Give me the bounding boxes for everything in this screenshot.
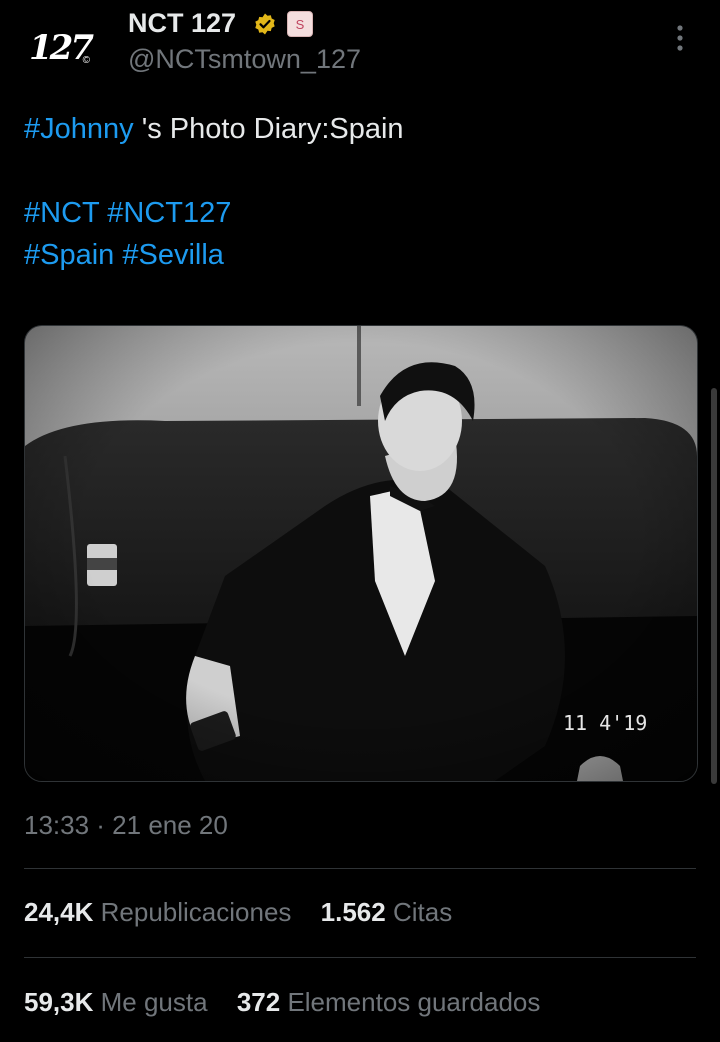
user-handle[interactable]: @NCTsmtown_127 [128, 44, 361, 75]
quotes-count: 1.562 [320, 897, 386, 927]
tweet-header: 127 © NCT 127 S @NCTsmtown_127 [0, 0, 720, 90]
bookmarks-label: Elementos guardados [287, 987, 541, 1017]
hashtag-link[interactable]: #Sevilla [122, 239, 224, 271]
hashtag-link[interactable]: #Johnny [24, 113, 134, 145]
quotes-stat[interactable]: 1.562 Citas [321, 897, 453, 927]
likes-label: Me gusta [100, 987, 208, 1017]
photo-illustration: 11 4'19 [25, 326, 697, 781]
tweet-timestamp[interactable]: 13:33 · 21 ene 20 [24, 810, 228, 841]
divider [24, 957, 696, 958]
photo-date-stamp: 11 4'19 [563, 711, 647, 735]
verified-icon [255, 13, 275, 35]
stats-row-1: 24,4K Republicaciones 1.562 Citas [24, 897, 474, 928]
divider [24, 868, 696, 869]
avatar-logo-mark: © [82, 55, 90, 66]
bookmarks-count: 372 [236, 987, 281, 1017]
bookmarks-stat[interactable]: 372 Elementos guardados [237, 987, 541, 1017]
hashtag-link[interactable]: #Spain [24, 239, 114, 271]
hashtag-link[interactable]: #NCT [24, 197, 99, 229]
display-name[interactable]: NCT 127 [128, 8, 236, 39]
reposts-label: Republicaciones [100, 897, 292, 927]
quotes-label: Citas [392, 897, 453, 927]
more-icon[interactable] [668, 22, 692, 54]
hashtag-link[interactable]: #NCT127 [107, 197, 231, 229]
affiliate-badge[interactable]: S [287, 11, 313, 37]
tweet-line-3: #Spain #Sevilla [24, 234, 696, 276]
tweet-text-segment: 's Photo Diary:Spain [133, 113, 404, 145]
tweet-line-2: #NCT #NCT127 [24, 192, 696, 234]
avatar[interactable]: 127 © [24, 12, 96, 84]
reposts-stat[interactable]: 24,4K Republicaciones [24, 897, 291, 927]
likes-stat[interactable]: 59,3K Me gusta [24, 987, 208, 1017]
scrollbar[interactable] [711, 388, 717, 784]
tweet-line-1: #Johnny 's Photo Diary:Spain [24, 108, 696, 150]
stats-row-2: 59,3K Me gusta 372 Elementos guardados [24, 987, 562, 1018]
tweet-photo[interactable]: 11 4'19 [24, 325, 698, 782]
likes-count: 59,3K [24, 987, 94, 1017]
reposts-count: 24,4K [24, 897, 94, 927]
tweet-text: #Johnny 's Photo Diary:Spain #NCT #NCT12… [24, 108, 696, 276]
